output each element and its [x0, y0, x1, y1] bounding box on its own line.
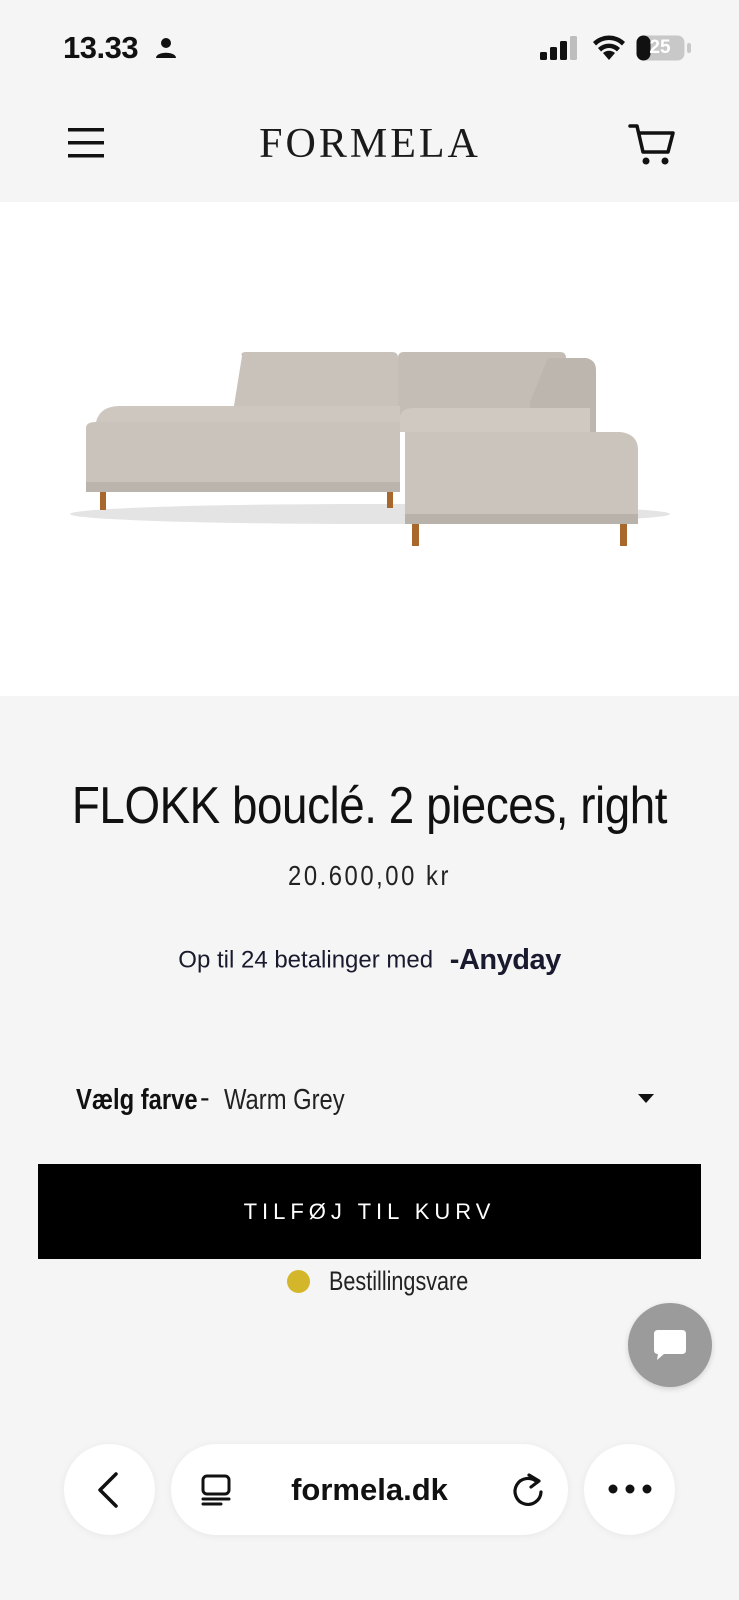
- status-bar: 13.33 25: [0, 0, 739, 92]
- add-to-cart-button[interactable]: TILFØJ TIL KURV: [38, 1164, 701, 1259]
- browser-toolbar: formela.dk: [0, 1444, 739, 1536]
- battery-icon: 25: [636, 35, 692, 61]
- person-icon: [156, 38, 176, 58]
- more-button[interactable]: [584, 1444, 675, 1535]
- status-time: 13.33: [63, 30, 139, 65]
- color-select[interactable]: Vælg farve - Warm Grey: [38, 1080, 701, 1126]
- site-logo[interactable]: FORMELA: [200, 120, 540, 168]
- back-icon: [98, 1472, 118, 1508]
- stock-status-text: Bestillingsvare: [329, 1266, 469, 1296]
- anyday-logo: -Anyday: [449, 944, 561, 976]
- more-icon: [608, 1484, 652, 1494]
- battery-level: 25: [649, 37, 671, 58]
- chat-button[interactable]: [628, 1303, 712, 1387]
- color-select-value: Warm Grey: [224, 1084, 345, 1116]
- reload-icon[interactable]: [511, 1472, 545, 1508]
- wifi-icon: [593, 35, 625, 60]
- chat-icon: [654, 1330, 686, 1360]
- back-button[interactable]: [64, 1444, 155, 1535]
- product-image[interactable]: [0, 202, 739, 696]
- caret-down-icon: [638, 1094, 654, 1103]
- color-select-label: Vælg farve: [76, 1084, 198, 1116]
- payment-text: Op til 24 betalinger med: [178, 946, 434, 974]
- address-bar[interactable]: formela.dk: [171, 1444, 568, 1535]
- cart-icon[interactable]: [628, 120, 676, 168]
- payment-info[interactable]: Op til 24 betalinger med -Anyday: [0, 944, 739, 977]
- product-price: 20.600,00 kr: [288, 860, 451, 891]
- stock-status-dot: [287, 1270, 310, 1293]
- menu-icon[interactable]: [66, 126, 106, 160]
- stock-status: Bestillingsvare: [0, 1266, 739, 1298]
- cellular-signal-icon: [540, 36, 577, 60]
- product-title: FLOKK bouclé. 2 pieces, right: [71, 777, 668, 835]
- color-select-separator: -: [200, 1082, 210, 1114]
- payment-provider: Anyday: [458, 944, 561, 976]
- sofa-illustration: [70, 352, 670, 546]
- url-text: formela.dk: [291, 1472, 448, 1507]
- site-header: FORMELA: [0, 92, 739, 202]
